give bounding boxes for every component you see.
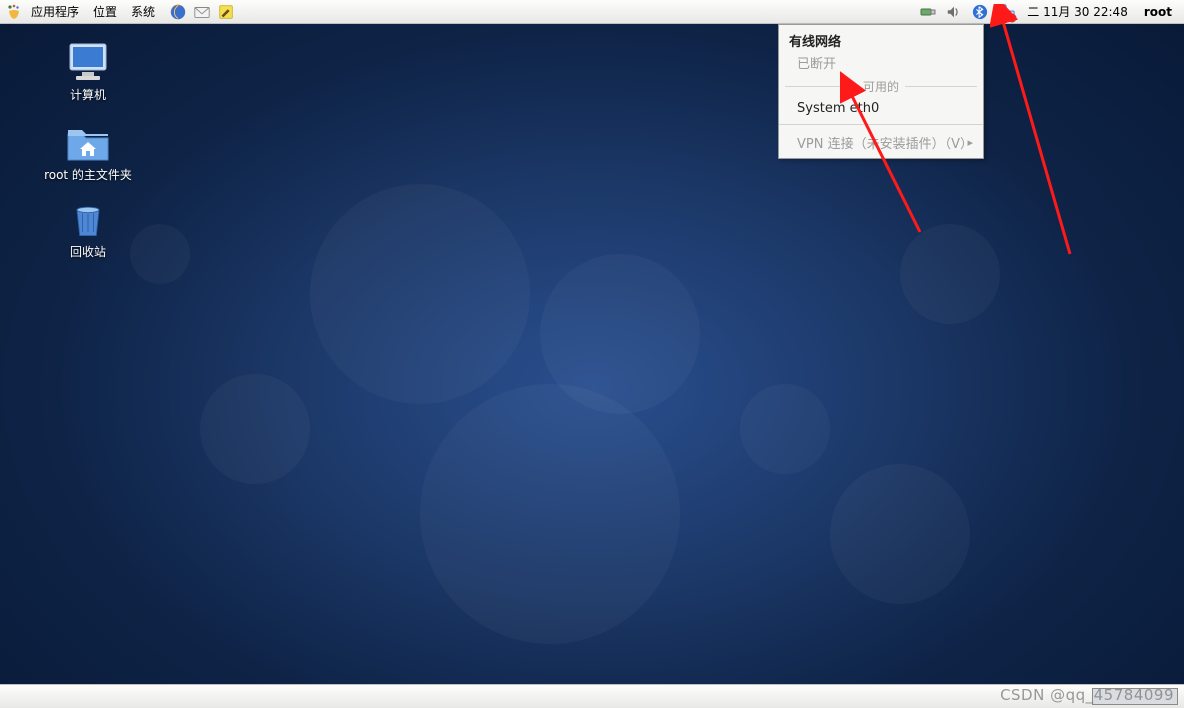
firefox-launcher[interactable] <box>168 2 188 22</box>
volume-tray-icon[interactable] <box>945 3 963 21</box>
bluetooth-tray-icon[interactable] <box>971 3 989 21</box>
mail-launcher[interactable] <box>192 2 212 22</box>
desktop-icon-home[interactable]: root 的主文件夹 <box>28 122 148 184</box>
watermark-text: CSDN @qq_45784099 <box>1000 686 1174 704</box>
menu-places-label: 位置 <box>93 3 117 20</box>
notes-launcher[interactable] <box>216 2 236 22</box>
computer-icon <box>64 42 112 84</box>
trash-label: 回收站 <box>67 242 109 261</box>
panel-launchers <box>168 2 236 22</box>
panel-left: 应用程序 位置 系统 <box>0 0 236 24</box>
menu-applications-label: 应用程序 <box>31 3 79 20</box>
gnome-foot-icon <box>6 4 22 20</box>
home-folder-icon <box>64 122 112 164</box>
menu-system[interactable]: 系统 <box>124 0 162 24</box>
home-label: root 的主文件夹 <box>41 165 135 184</box>
panel-user[interactable]: root <box>1140 5 1176 19</box>
computer-label: 计算机 <box>67 85 109 104</box>
desktop-icon-trash[interactable]: 回收站 <box>28 199 148 261</box>
user-text: root <box>1144 5 1172 19</box>
trash-icon <box>64 199 112 241</box>
desktop-icon-computer[interactable]: 计算机 <box>28 42 148 104</box>
menu-system-label: 系统 <box>131 3 155 20</box>
menu-places[interactable]: 位置 <box>86 0 124 24</box>
annotation-arrow-2 <box>990 4 1130 264</box>
menu-applications[interactable]: 应用程序 <box>24 0 86 24</box>
usb-tray-icon[interactable] <box>919 3 937 21</box>
